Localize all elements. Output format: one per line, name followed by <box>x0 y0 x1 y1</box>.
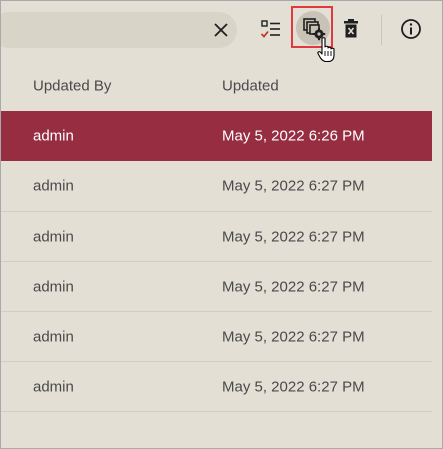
checklist-icon <box>260 20 280 38</box>
toolbar-divider <box>381 15 382 45</box>
column-header-updated-by[interactable]: Updated By <box>33 78 111 95</box>
updated-by-cell: admin <box>33 177 74 195</box>
info-icon <box>401 19 421 39</box>
updated-cell: May 5, 2022 6:27 PM <box>222 378 365 395</box>
table-row[interactable]: admin May 5, 2022 6:26 PM <box>1 111 432 161</box>
close-icon <box>214 23 228 37</box>
table-header: Updated By Updated <box>1 61 432 111</box>
updated-cell: May 5, 2022 6:27 PM <box>222 177 365 195</box>
updated-by-cell: admin <box>33 278 74 295</box>
column-header-updated[interactable]: Updated <box>222 78 279 95</box>
delete-icon <box>344 19 358 38</box>
clear-search-button[interactable] <box>207 16 235 44</box>
manage-button[interactable] <box>291 6 335 50</box>
table-row[interactable]: admin May 5, 2022 6:27 PM <box>1 311 432 361</box>
table-row[interactable]: admin May 5, 2022 6:27 PM <box>1 261 432 311</box>
table-row[interactable]: admin May 5, 2022 6:27 PM <box>1 361 432 411</box>
toolbar <box>1 1 442 63</box>
results-table: Updated By Updated admin May 5, 2022 6:2… <box>1 61 432 412</box>
updated-cell: May 5, 2022 6:26 PM <box>222 127 365 145</box>
info-button[interactable] <box>392 10 430 48</box>
table-row[interactable]: admin May 5, 2022 6:27 PM <box>1 161 432 211</box>
table-row[interactable]: admin May 5, 2022 6:27 PM <box>1 211 432 261</box>
updated-cell: May 5, 2022 6:27 PM <box>222 228 365 245</box>
updated-by-cell: admin <box>33 228 74 245</box>
multi-select-button[interactable] <box>252 10 290 48</box>
table-bottom-border <box>1 411 432 412</box>
manage-columns-gear-icon <box>303 18 326 41</box>
search-field[interactable] <box>1 12 237 48</box>
panel: Updated By Updated admin May 5, 2022 6:2… <box>0 0 443 449</box>
updated-by-cell: admin <box>33 328 74 345</box>
updated-cell: May 5, 2022 6:27 PM <box>222 278 365 295</box>
updated-cell: May 5, 2022 6:27 PM <box>222 328 365 345</box>
delete-button[interactable] <box>332 10 370 48</box>
updated-by-cell: admin <box>33 127 74 145</box>
updated-by-cell: admin <box>33 378 74 395</box>
